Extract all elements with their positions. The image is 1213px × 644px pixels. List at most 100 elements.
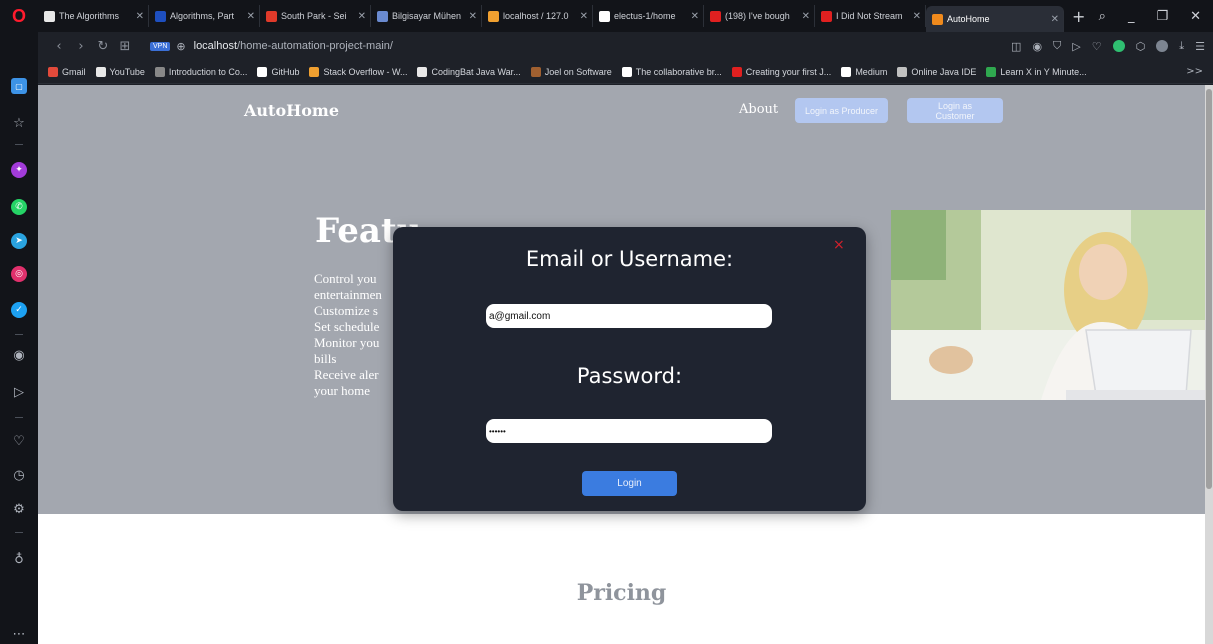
- tab-item[interactable]: electus-1/home ✕: [593, 5, 704, 27]
- tab-close-icon[interactable]: ✕: [580, 11, 588, 22]
- speed-dial-icon[interactable]: ⊞: [114, 39, 136, 54]
- feature-line: Receive aler: [314, 367, 379, 382]
- star-icon[interactable]: ☆: [9, 113, 29, 133]
- tab-close-icon[interactable]: ✕: [247, 11, 255, 22]
- bookmark-item[interactable]: GitHub: [257, 66, 300, 77]
- lightbulb-icon[interactable]: ♁: [9, 549, 29, 569]
- instagram-icon[interactable]: ◎: [11, 266, 27, 282]
- bookmark-favicon-icon: [731, 66, 742, 77]
- bookmark-item[interactable]: Learn X in Y Minute...: [986, 66, 1087, 77]
- tab-close-icon[interactable]: ✕: [136, 11, 144, 22]
- back-icon[interactable]: ‹: [48, 39, 70, 54]
- vpn-badge[interactable]: VPN: [150, 41, 171, 51]
- tab-item[interactable]: localhost / 127.0 ✕: [482, 5, 593, 27]
- snapshot-icon[interactable]: ◫: [1011, 40, 1021, 53]
- bookmark-list: Gmail YouTube Introduction to Co... GitHub S…: [48, 66, 1097, 77]
- bookmark-label: GitHub: [271, 66, 300, 77]
- bookmark-label: CodingBat Java War...: [431, 66, 521, 77]
- messenger-icon[interactable]: ✦: [11, 162, 27, 178]
- workspace-icon[interactable]: ▢: [11, 78, 27, 94]
- forward-icon[interactable]: ›: [70, 39, 92, 54]
- tab-close-icon[interactable]: ✕: [358, 11, 366, 22]
- restore-icon[interactable]: ❐: [1156, 9, 1168, 24]
- bookmark-item[interactable]: Introduction to Co...: [154, 66, 247, 77]
- sidebar-divider: [15, 417, 23, 418]
- tab-active[interactable]: AutoHome ✕: [926, 6, 1064, 32]
- easy-setup-icon[interactable]: ☰: [1195, 40, 1205, 53]
- url-field[interactable]: localhost/home-automation-project-main/: [194, 40, 393, 52]
- tab-item[interactable]: I Did Not Stream ✕: [815, 5, 926, 27]
- search-tabs-icon[interactable]: ⌕: [1099, 9, 1106, 24]
- bookmark-item[interactable]: CodingBat Java War...: [417, 66, 521, 77]
- settings-gear-icon[interactable]: ⚙: [9, 499, 29, 519]
- camera-icon[interactable]: ◉: [1032, 40, 1042, 53]
- profile-avatar[interactable]: [1156, 40, 1169, 52]
- shield-icon[interactable]: ⛉: [1053, 39, 1061, 53]
- extension-icon[interactable]: [1112, 40, 1125, 52]
- tab-favicon-icon: [932, 13, 943, 25]
- tab-favicon-icon: [266, 10, 277, 22]
- password-input[interactable]: ••••••: [486, 419, 772, 443]
- tab-favicon-icon: [488, 10, 499, 22]
- opera-logo-icon[interactable]: O: [0, 0, 38, 32]
- bookmarks-more-button[interactable]: >>: [1186, 66, 1213, 77]
- whatsapp-icon[interactable]: ✆: [11, 199, 27, 215]
- twitter-icon[interactable]: ✓: [11, 302, 27, 318]
- features-list: Control you entertainmen Customize s Set sc…: [314, 271, 404, 399]
- history-icon[interactable]: ◷: [9, 465, 29, 485]
- feature-line: Monitor you: [314, 335, 380, 350]
- player-icon[interactable]: ▷: [1072, 40, 1080, 53]
- tab-close-icon[interactable]: ✕: [802, 11, 810, 22]
- brand-logo[interactable]: AutoHome: [244, 101, 339, 120]
- bookmark-favicon-icon: [48, 66, 58, 77]
- email-input[interactable]: a@gmail.com: [486, 304, 772, 328]
- bookmark-label: Learn X in Y Minute...: [1000, 66, 1087, 77]
- heart-icon[interactable]: ♡: [9, 431, 29, 451]
- login-customer-button[interactable]: Login as Customer: [907, 98, 1003, 123]
- login-producer-button[interactable]: Login as Producer: [795, 98, 888, 123]
- bookmark-item[interactable]: YouTube: [95, 66, 145, 77]
- bookmark-favicon-icon: [309, 66, 320, 77]
- page-scrollbar[interactable]: [1205, 85, 1213, 644]
- tab-item[interactable]: (198) I've bough ✕: [704, 5, 815, 27]
- new-tab-button[interactable]: +: [1072, 7, 1092, 26]
- music-player-icon[interactable]: ◉: [9, 345, 29, 365]
- reload-icon[interactable]: ↻: [92, 39, 114, 54]
- bookmark-item[interactable]: Gmail: [48, 66, 86, 77]
- minimize-icon[interactable]: _: [1128, 9, 1135, 24]
- tab-close-icon[interactable]: ✕: [1051, 14, 1059, 25]
- tab-favicon-icon: [44, 10, 55, 22]
- cube-icon[interactable]: ⬡: [1136, 40, 1146, 53]
- tab-item[interactable]: Algorithms, Part ✕: [149, 5, 260, 27]
- bookmark-item[interactable]: Medium: [841, 66, 887, 77]
- browser-sidebar: ▢ ☆ ✦ ✆ ➤ ◎ ✓ ◉ ▷ ♡ ◷ ⚙ ♁ ⋯: [0, 32, 38, 644]
- more-options-icon[interactable]: ⋯: [9, 624, 29, 644]
- tab-close-icon[interactable]: ✕: [469, 11, 477, 22]
- tab-item[interactable]: South Park - Sei ✕: [260, 5, 371, 27]
- hero-photo-illustration: [891, 210, 1205, 400]
- bookmark-label: Stack Overflow - W...: [323, 66, 408, 77]
- bookmark-item[interactable]: Creating your first J...: [731, 66, 831, 77]
- tab-title: AutoHome: [947, 14, 990, 24]
- login-button[interactable]: Login: [582, 471, 677, 496]
- bookmark-item[interactable]: Stack Overflow - W...: [309, 66, 408, 77]
- nav-about-link[interactable]: About: [739, 102, 778, 117]
- web-page: AutoHome About Login as Producer Login a…: [38, 85, 1205, 644]
- bookmark-item[interactable]: Online Java IDE: [897, 66, 976, 77]
- download-icon[interactable]: ⤓: [1179, 39, 1184, 53]
- close-window-icon[interactable]: ✕: [1190, 9, 1201, 24]
- url-host: localhost: [193, 40, 238, 52]
- telegram-icon[interactable]: ➤: [11, 233, 27, 249]
- tab-item[interactable]: The Algorithms ✕: [38, 5, 149, 27]
- tab-close-icon[interactable]: ✕: [691, 11, 699, 22]
- bookmark-item[interactable]: The collaborative br...: [621, 66, 722, 77]
- hero-photo-woman-laptop: [891, 210, 1205, 400]
- bookmark-favicon-icon: [530, 66, 541, 77]
- bookmark-item[interactable]: Joel on Software: [530, 66, 612, 77]
- tab-close-icon[interactable]: ✕: [913, 11, 921, 22]
- heart-icon[interactable]: ♡: [1092, 40, 1102, 53]
- tab-item[interactable]: Bilgisayar Mühen ✕: [371, 5, 482, 27]
- scrollbar-thumb[interactable]: [1206, 89, 1212, 489]
- sidebar-divider: [15, 532, 23, 533]
- flow-icon[interactable]: ▷: [9, 382, 29, 402]
